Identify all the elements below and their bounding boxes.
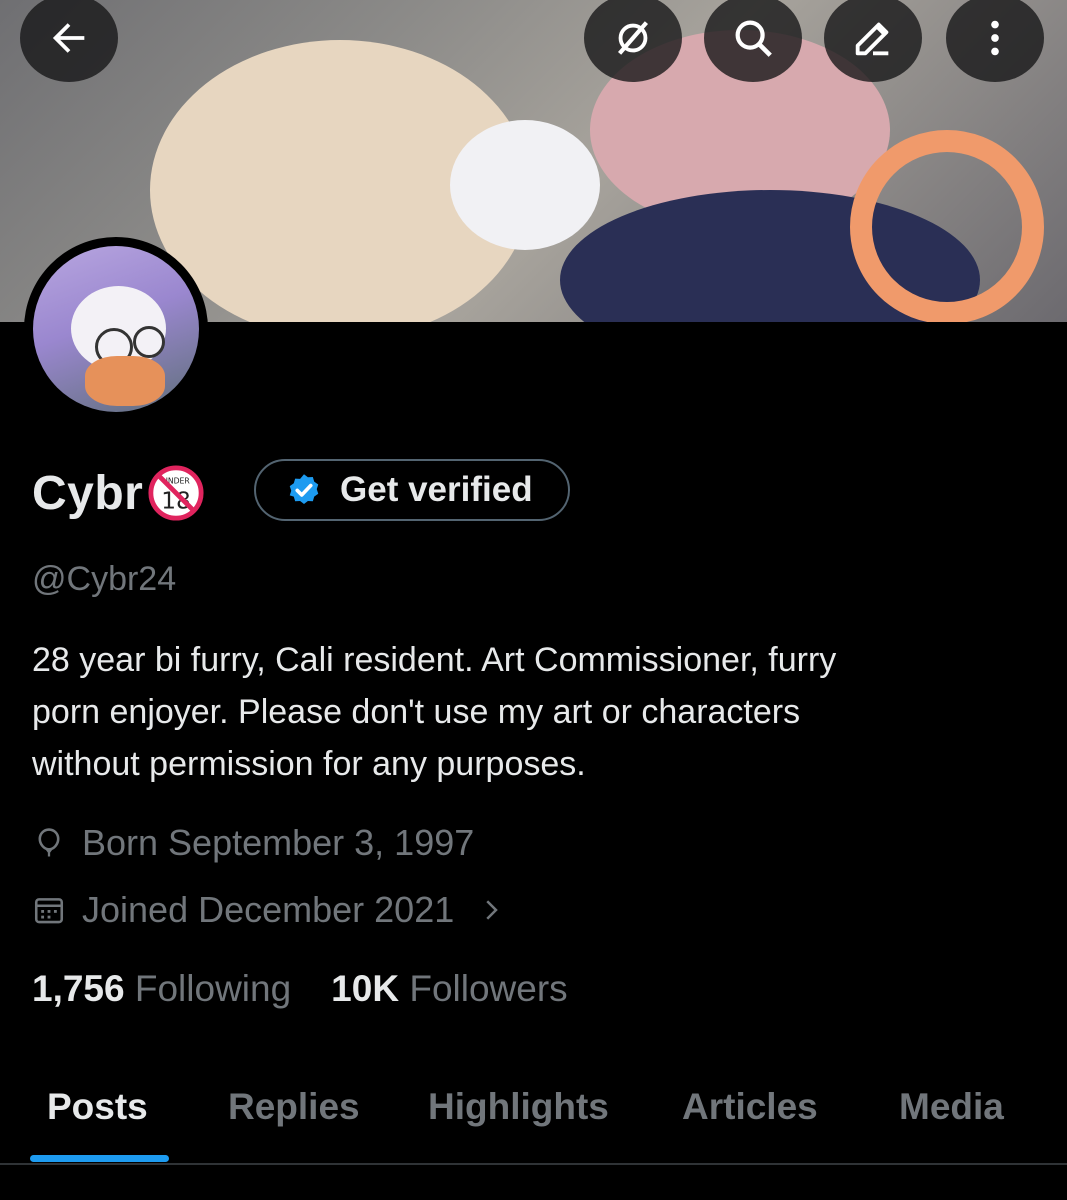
search-icon: [735, 20, 772, 57]
tab-posts[interactable]: Posts: [47, 1086, 148, 1128]
tab-media[interactable]: Media: [899, 1086, 1004, 1128]
joined-row[interactable]: Joined December 2021: [32, 889, 506, 931]
avatar-image: [33, 246, 199, 412]
following-link[interactable]: 1,756 Following: [32, 968, 291, 1010]
following-label: Following: [124, 968, 292, 1009]
tab-articles[interactable]: Articles: [682, 1086, 818, 1128]
follow-stats: 1,756 Following 10K Followers: [32, 968, 568, 1010]
more-icon: [991, 20, 999, 56]
bio: 28 year bi furry, Cali resident. Art Com…: [32, 634, 1032, 790]
balloon-icon: [38, 828, 60, 857]
name-row: Cybr UNDER 18: [32, 458, 205, 528]
avatar[interactable]: [24, 237, 208, 421]
edit-icon: [855, 22, 889, 56]
joined-text: Joined December 2021: [82, 889, 455, 930]
under-18-badge-icon: UNDER 18: [148, 465, 204, 521]
back-arrow-icon: [52, 23, 85, 53]
tabs-divider: [0, 1163, 1067, 1165]
chevron-right-icon: [486, 900, 499, 920]
following-count: 1,756: [32, 968, 125, 1009]
followers-count: 10K: [331, 968, 400, 1009]
profile-tabs: Posts Replies Highlights Articles Media: [0, 1068, 1067, 1164]
display-name: Cybr: [32, 466, 144, 520]
birthday-row: Born September 3, 1997: [32, 822, 474, 864]
get-verified-button[interactable]: Get verified: [254, 459, 570, 521]
birthday-text: Born September 3, 1997: [82, 822, 475, 863]
calendar-icon: [34, 898, 64, 924]
tab-highlights[interactable]: Highlights: [428, 1086, 609, 1128]
followers-label: Followers: [399, 968, 568, 1009]
grok-icon: [617, 21, 649, 55]
bio-line: 28 year bi furry, Cali resident. Art Com…: [32, 641, 837, 679]
handle: @Cybr24: [32, 560, 177, 598]
followers-link[interactable]: 10K Followers: [331, 968, 568, 1010]
bio-line: without permission for any purposes.: [32, 745, 586, 783]
verified-badge-icon: [289, 474, 319, 504]
bio-line: porn enjoyer. Please don't use my art or…: [32, 693, 801, 731]
active-tab-indicator: [30, 1155, 169, 1162]
tab-replies[interactable]: Replies: [228, 1086, 360, 1128]
get-verified-label: Get verified: [340, 470, 533, 509]
